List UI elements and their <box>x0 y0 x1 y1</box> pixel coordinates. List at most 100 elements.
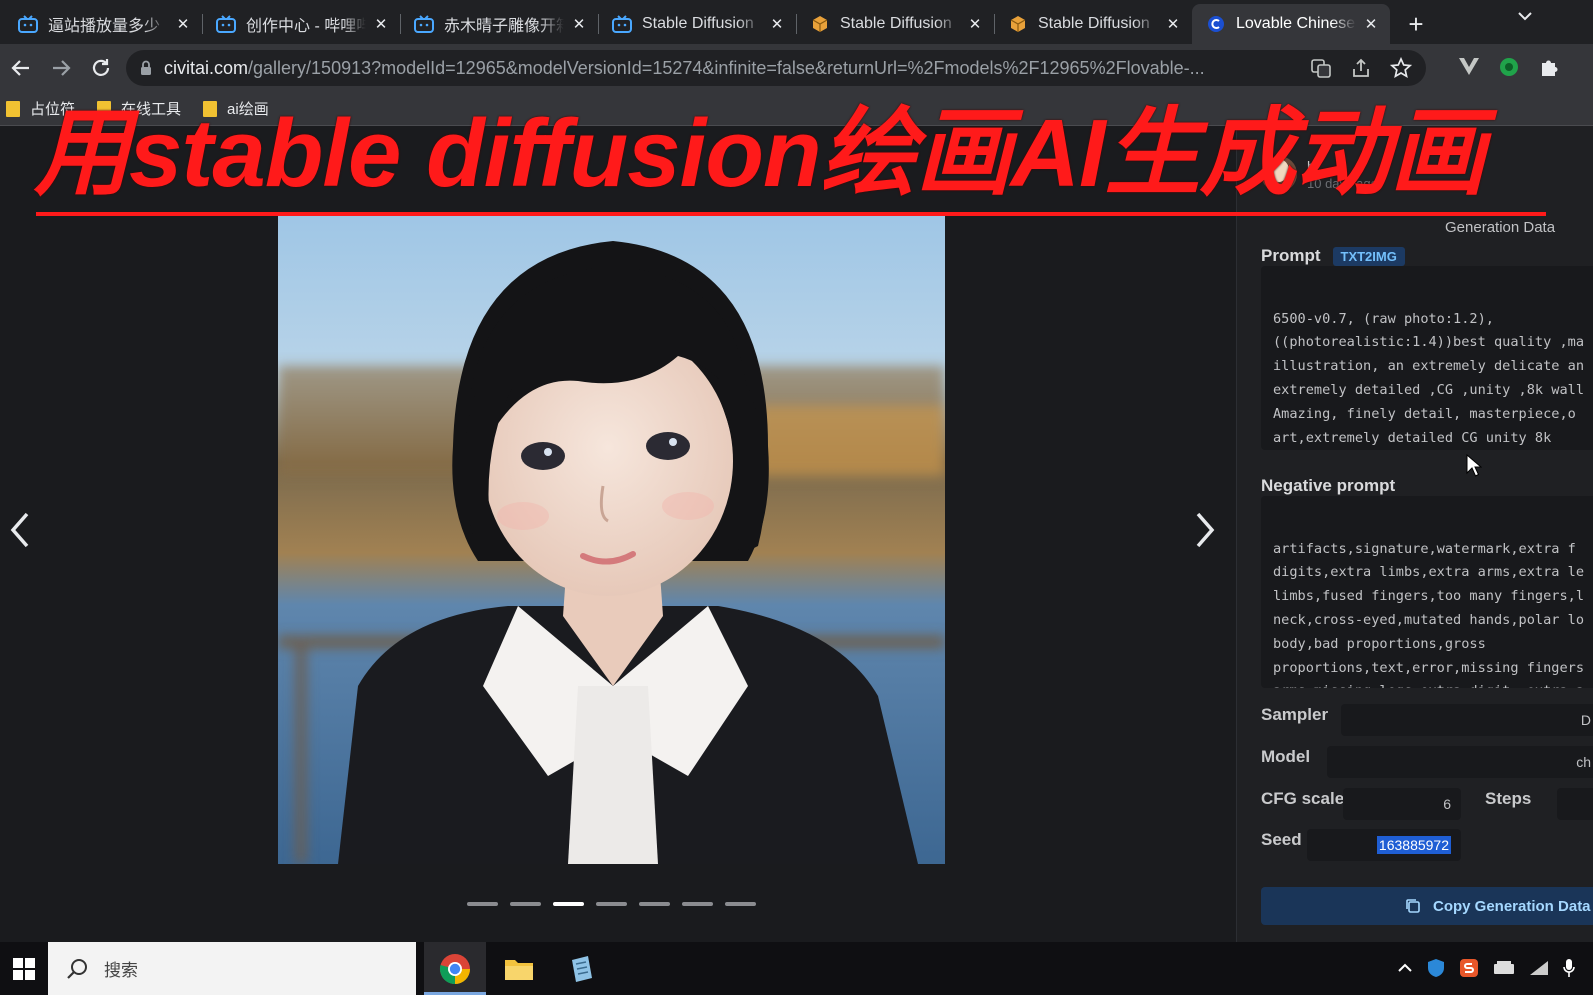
code-line: ((photorealistic:1.4))best quality ,ma <box>1273 334 1584 351</box>
code-line: arms,missing legs,extra digit, extra a <box>1273 680 1593 688</box>
reload-icon <box>92 59 110 76</box>
taskbar-search[interactable]: 搜索 <box>48 942 416 995</box>
close-icon[interactable]: ✕ <box>174 15 192 33</box>
prompt-label: Prompt <box>1261 246 1321 265</box>
generation-data-panel: bi... 10 days ago Generation Data Prompt… <box>1236 126 1593 942</box>
shield-icon <box>1428 959 1444 977</box>
new-tab-button[interactable]: + <box>1396 4 1436 44</box>
tab-title: 逼站播放量多少 <box>48 18 161 35</box>
folder-icon <box>6 100 20 117</box>
prompt-text-box[interactable]: 6500-v0.7, (raw photo:1.2), ((photorealis… <box>1261 266 1593 450</box>
close-icon[interactable]: ✕ <box>768 15 786 33</box>
bilibili-icon <box>18 15 38 33</box>
green-extension-icon[interactable] <box>1498 56 1520 83</box>
close-icon[interactable]: ✕ <box>1362 15 1380 33</box>
reload-button[interactable] <box>82 49 120 87</box>
browser-tab-5[interactable]: Stable Diffusion ✕ <box>994 4 1192 44</box>
extensions-area <box>1458 56 1560 83</box>
pagination-dot[interactable] <box>725 902 756 906</box>
chevron-up-icon <box>1398 963 1412 972</box>
browser-tab-0[interactable]: 逼站播放量多少 ✕ <box>4 4 202 44</box>
seed-value: 163885972 <box>1376 836 1451 854</box>
cfg-scale-field[interactable]: 6 <box>1343 788 1461 820</box>
back-button[interactable] <box>2 49 40 87</box>
code-line: limbs,fused fingers,too many fingers,l <box>1273 588 1584 605</box>
video-overlay-title: 用stable diffusion绘画AI生成动画 <box>34 100 1486 207</box>
url-host: civitai.com <box>164 57 249 78</box>
generated-portrait-image <box>278 216 945 864</box>
microphone-icon <box>1563 959 1575 977</box>
seed-field[interactable]: 163885972 <box>1307 829 1461 861</box>
folder-icon <box>505 959 533 980</box>
box-icon <box>810 15 830 33</box>
taskbar-notepad[interactable] <box>550 942 612 995</box>
model-label: Model <box>1261 747 1311 766</box>
share-icon[interactable] <box>1350 57 1372 84</box>
address-bar-actions <box>1310 56 1413 84</box>
forward-button[interactable] <box>42 49 80 87</box>
star-icon[interactable] <box>1389 56 1413 84</box>
close-icon[interactable]: ✕ <box>372 15 390 33</box>
pagination-dot[interactable] <box>467 902 498 906</box>
copy-generation-data-button[interactable]: Copy Generation Data <box>1261 887 1593 925</box>
code-line: body,bad proportions,gross <box>1273 635 1486 652</box>
seed-row: Seed <box>1261 830 1302 850</box>
sampler-label: Sampler <box>1261 705 1329 724</box>
image-viewer <box>0 126 1235 942</box>
arrow-left-icon <box>11 60 29 76</box>
start-button[interactable] <box>0 942 48 995</box>
box-icon <box>1008 15 1028 33</box>
close-icon[interactable]: ✕ <box>966 15 984 33</box>
code-line: Amazing, finely detail, masterpiece,o <box>1273 405 1576 422</box>
browser-tab-strip: 逼站播放量多少 ✕ 创作中心 - 哔哩哔 ✕ 赤木晴子雕像开箱 ✕ Stable… <box>0 0 1593 44</box>
model-field[interactable]: ch <box>1327 746 1593 778</box>
close-icon[interactable]: ✕ <box>570 15 588 33</box>
sampler-field[interactable]: D <box>1341 704 1593 736</box>
wifi-icon <box>1530 961 1548 975</box>
code-line: proportions,text,error,missing fingers <box>1273 659 1584 676</box>
browser-tab-6-active[interactable]: Lovable Chinese ✕ <box>1192 4 1390 44</box>
search-placeholder: 搜索 <box>104 961 138 980</box>
tab-title: Stable Diffusion <box>642 15 754 32</box>
taskbar-chrome[interactable] <box>424 942 486 995</box>
vue-extension-icon[interactable] <box>1458 56 1480 83</box>
browser-tab-3[interactable]: Stable Diffusion ✕ <box>598 4 796 44</box>
translate-icon[interactable] <box>1310 57 1332 84</box>
next-image-button[interactable] <box>1185 506 1225 554</box>
close-icon[interactable]: ✕ <box>1164 15 1182 33</box>
steps-label: Steps <box>1485 789 1532 808</box>
generation-data-title: Generation Data <box>1445 219 1556 236</box>
cfg-scale-label: CFG scale <box>1261 789 1345 808</box>
tab-search-chevron-icon[interactable] <box>1517 8 1533 26</box>
negative-prompt-header: Negative prompt <box>1261 476 1395 496</box>
bilibili-icon <box>216 15 236 33</box>
steps-field[interactable] <box>1557 788 1593 820</box>
cfg-scale-row: CFG scale <box>1261 789 1344 809</box>
browser-tab-1[interactable]: 创作中心 - 哔哩哔 ✕ <box>202 4 400 44</box>
pagination-dot[interactable] <box>553 902 584 906</box>
mouse-cursor-icon <box>1466 454 1482 477</box>
code-line: digits,extra limbs,extra arms,extra le <box>1273 564 1584 581</box>
chrome-icon <box>439 953 470 984</box>
pagination-dot[interactable] <box>510 902 541 906</box>
tab-title: Stable Diffusion <box>840 15 952 32</box>
negative-prompt-label: Negative prompt <box>1261 476 1396 495</box>
browser-tab-2[interactable]: 赤木晴子雕像开箱 ✕ <box>400 4 598 44</box>
pagination-dot[interactable] <box>682 902 713 906</box>
code-line: extremely detailed ,CG ,unity ,8k wall <box>1273 381 1584 398</box>
pagination-dot[interactable] <box>596 902 627 906</box>
code-line: 6500-v0.7, (raw photo:1.2), <box>1273 310 1494 327</box>
negative-prompt-text-box[interactable]: artifacts,signature,watermark,extra f dig… <box>1261 496 1593 688</box>
taskbar-file-explorer[interactable] <box>488 942 550 995</box>
tab-title: 赤木晴子雕像开箱 <box>444 18 564 35</box>
app-s-icon <box>1460 959 1478 977</box>
copy-button-label: Copy Generation Data <box>1433 897 1591 915</box>
system-tray <box>1397 958 1575 978</box>
previous-image-button[interactable] <box>0 506 40 554</box>
code-line: illustration, an extremely delicate an <box>1273 358 1584 375</box>
pagination-dot[interactable] <box>639 902 670 906</box>
puzzle-icon[interactable] <box>1538 56 1560 83</box>
address-bar[interactable]: civitai.com /gallery/150913?modelId=1296… <box>126 50 1426 86</box>
tab-title: Stable Diffusion <box>1038 15 1150 32</box>
browser-tab-4[interactable]: Stable Diffusion ✕ <box>796 4 994 44</box>
